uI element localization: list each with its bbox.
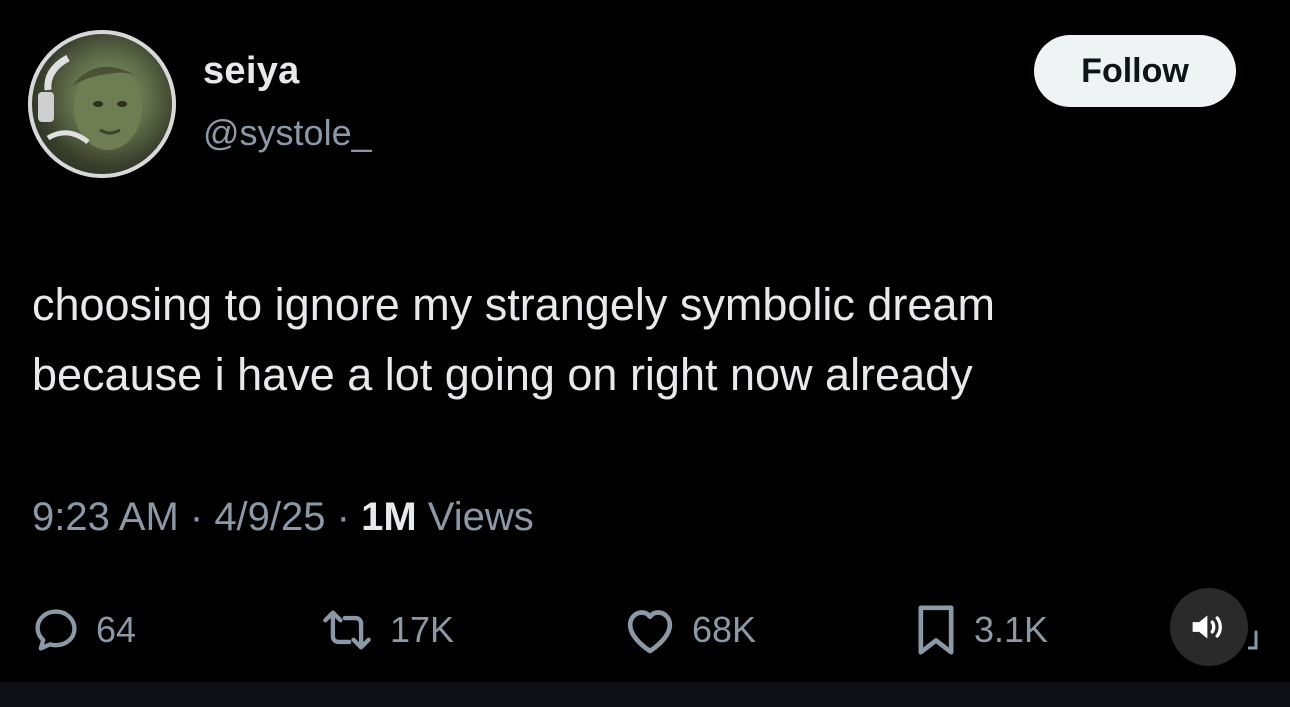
bookmark-button[interactable]: 3.1K [912,590,1048,670]
meta-separator: · [325,495,362,539]
share-icon[interactable] [1248,630,1258,652]
views-label: Views [416,495,534,539]
display-name[interactable]: seiya [203,50,300,93]
avatar-image [28,30,176,178]
avatar[interactable] [28,30,176,178]
repost-button[interactable]: 17K [318,590,454,670]
views-count: 1M [361,495,417,539]
repost-count: 17K [390,609,455,650]
post-time[interactable]: 9:23 AM [32,495,179,539]
heart-icon [627,610,673,654]
bottom-bar [0,682,1290,707]
reply-button[interactable]: 64 [30,590,136,670]
meta-separator: · [178,495,215,539]
post-text-line: choosing to ignore my strangely symbolic… [32,279,995,330]
post-text: choosing to ignore my strangely symbolic… [32,270,1262,410]
follow-button[interactable]: Follow [1034,35,1236,107]
repost-arrows-icon [323,610,371,650]
bookmark-icon [918,605,954,655]
reply-count: 64 [96,609,137,650]
post-meta: 9:23 AM · 4/9/25 · 1M Views [32,495,534,540]
like-count: 68K [692,609,757,650]
user-handle[interactable]: @systole_ [203,112,372,154]
post-card: seiya @systole_ Follow choosing to ignor… [0,0,1290,707]
speaker-icon [1192,615,1222,639]
post-date[interactable]: 4/9/25 [214,495,325,539]
post-text-line: because i have a lot going on right now … [32,349,973,400]
like-button[interactable]: 68K [622,590,756,670]
action-bar: 64 17K 68K 3.1K [0,590,1290,670]
bookmark-count: 3.1K [974,609,1049,650]
sound-toggle-button[interactable] [1170,588,1248,666]
speech-bubble-icon [35,609,77,651]
